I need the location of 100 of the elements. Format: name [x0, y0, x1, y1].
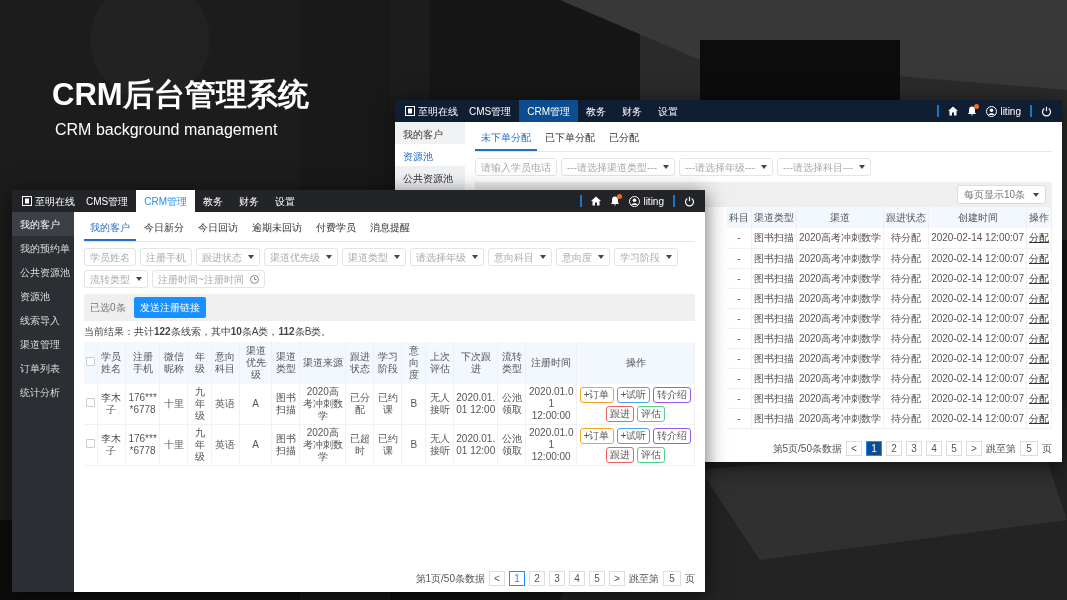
page-button[interactable]: 3: [906, 441, 922, 456]
sidebar-item[interactable]: 我的客户: [395, 122, 465, 144]
table-cell: 2020-02-14 12:00:07: [928, 228, 1027, 248]
table-cell: 2020-02-14 12:00:07: [928, 268, 1027, 288]
page-button[interactable]: 4: [926, 441, 942, 456]
action-button[interactable]: +订单: [579, 427, 614, 444]
home-icon[interactable]: [948, 106, 959, 116]
action-button[interactable]: 跟进: [606, 446, 634, 463]
nav-item[interactable]: CMS管理: [461, 100, 520, 122]
sidebar-item[interactable]: 资源池: [395, 144, 465, 166]
table-cell: 九年级: [187, 384, 212, 425]
avatar-icon[interactable]: [629, 195, 641, 207]
table-cell: 2020-02-14 12:00:07: [928, 348, 1027, 368]
assign-link[interactable]: 分配: [1029, 332, 1049, 344]
sidebar-item[interactable]: 资源池: [12, 284, 74, 308]
next-page-button[interactable]: >: [966, 441, 982, 456]
action-button[interactable]: +试听: [616, 386, 651, 403]
assign-link[interactable]: 分配: [1029, 412, 1049, 424]
caret-icon: [666, 255, 672, 259]
table-cell: 2020高考冲刺数学: [796, 408, 884, 428]
page-size-select[interactable]: 每页显示10条: [956, 185, 1046, 204]
page-button[interactable]: 4: [569, 571, 585, 586]
row-checkbox[interactable]: [86, 439, 95, 448]
nav-item[interactable]: 设置: [267, 190, 303, 212]
sidebar-item[interactable]: 我的预约单: [12, 236, 74, 260]
sidebar-item[interactable]: 我的客户: [12, 212, 74, 236]
sidebar-item[interactable]: 订单列表: [12, 356, 74, 380]
assign-link[interactable]: 分配: [1029, 392, 1049, 404]
table-cell: -: [726, 268, 752, 288]
slide-subtitle: CRM background management: [55, 120, 278, 140]
tab[interactable]: 逾期未回访: [246, 216, 308, 241]
action-button[interactable]: +试听: [616, 427, 651, 444]
next-page-button[interactable]: >: [609, 571, 625, 586]
row-checkbox[interactable]: [86, 398, 95, 407]
tab[interactable]: 消息提醒: [364, 216, 416, 241]
nav-item[interactable]: 财务: [614, 100, 650, 122]
table-cell: 九年级: [187, 424, 212, 466]
assign-link[interactable]: 分配: [1029, 272, 1049, 284]
placeholder-text: 跟进状态: [202, 250, 242, 265]
home-icon[interactable]: [591, 196, 602, 206]
table-cell: A: [239, 424, 272, 466]
tab[interactable]: 今日回访: [192, 216, 244, 241]
action-button[interactable]: 转介绍: [653, 427, 692, 444]
table-cell: 图书扫描: [751, 308, 797, 328]
column-header: 跟进状态: [883, 207, 929, 228]
nav-item[interactable]: CMS管理: [78, 190, 137, 212]
page-button[interactable]: 5: [946, 441, 962, 456]
page-button[interactable]: 3: [549, 571, 565, 586]
action-button[interactable]: 评估: [637, 446, 665, 463]
tab[interactable]: 已下单分配: [539, 126, 601, 151]
caret-icon: [472, 255, 478, 259]
nav-item[interactable]: 教务: [578, 100, 614, 122]
nav-item[interactable]: 财务: [231, 190, 267, 212]
assign-link[interactable]: 分配: [1029, 312, 1049, 324]
page-button[interactable]: 2: [529, 571, 545, 586]
prev-page-button[interactable]: <: [489, 571, 505, 586]
assign-link[interactable]: 分配: [1029, 352, 1049, 364]
tab[interactable]: 我的客户: [84, 216, 136, 241]
tab[interactable]: 付费学员: [310, 216, 362, 241]
logo-icon: [405, 106, 415, 116]
select-all-checkbox[interactable]: [86, 357, 95, 366]
power-icon[interactable]: [684, 195, 695, 207]
assign-link[interactable]: 分配: [1029, 252, 1049, 264]
action-button[interactable]: 转介绍: [653, 386, 692, 403]
action-button[interactable]: +订单: [579, 386, 614, 403]
action-button[interactable]: 跟进: [606, 405, 634, 422]
table-cell: A: [239, 384, 272, 425]
notification-badge: [974, 104, 980, 109]
nav-item[interactable]: CRM管理: [519, 100, 578, 122]
sidebar-item[interactable]: 线索导入: [12, 308, 74, 332]
nav-item[interactable]: CRM管理: [136, 190, 195, 212]
nav-item[interactable]: 设置: [650, 100, 686, 122]
action-button[interactable]: 评估: [637, 405, 665, 422]
sidebar-item[interactable]: 公共资源池: [395, 166, 465, 188]
assign-link[interactable]: 分配: [1029, 232, 1049, 244]
page-jump-input[interactable]: 5: [663, 571, 681, 586]
page-unit: 页: [1042, 442, 1052, 456]
assign-link[interactable]: 分配: [1029, 372, 1049, 384]
page-jump-input[interactable]: 5: [1020, 441, 1038, 456]
nav-item[interactable]: 教务: [195, 190, 231, 212]
table-cell: 图书扫描: [751, 328, 797, 348]
sidebar-item[interactable]: 统计分析: [12, 380, 74, 404]
table-cell: 图书扫描: [751, 228, 797, 248]
page-button[interactable]: 2: [886, 441, 902, 456]
prev-page-button[interactable]: <: [846, 441, 862, 456]
page-button[interactable]: 1: [866, 441, 882, 456]
table-cell: B: [401, 384, 426, 425]
page-button[interactable]: 5: [589, 571, 605, 586]
tab[interactable]: 已分配: [603, 126, 645, 151]
sidebar-item[interactable]: 公共资源池: [12, 260, 74, 284]
assign-link[interactable]: 分配: [1029, 292, 1049, 304]
table-cell: 待分配: [883, 288, 929, 308]
placeholder-text: ---请选择渠道类型---: [567, 160, 657, 175]
sidebar-item[interactable]: 渠道管理: [12, 332, 74, 356]
avatar-icon[interactable]: [986, 105, 998, 117]
power-icon[interactable]: [1041, 105, 1052, 117]
tab[interactable]: 今日新分: [138, 216, 190, 241]
placeholder-text: 请选择年级: [416, 250, 466, 265]
table-cell: 2020.01.01 12:00:00: [525, 424, 577, 466]
tab[interactable]: 未下单分配: [475, 126, 537, 151]
